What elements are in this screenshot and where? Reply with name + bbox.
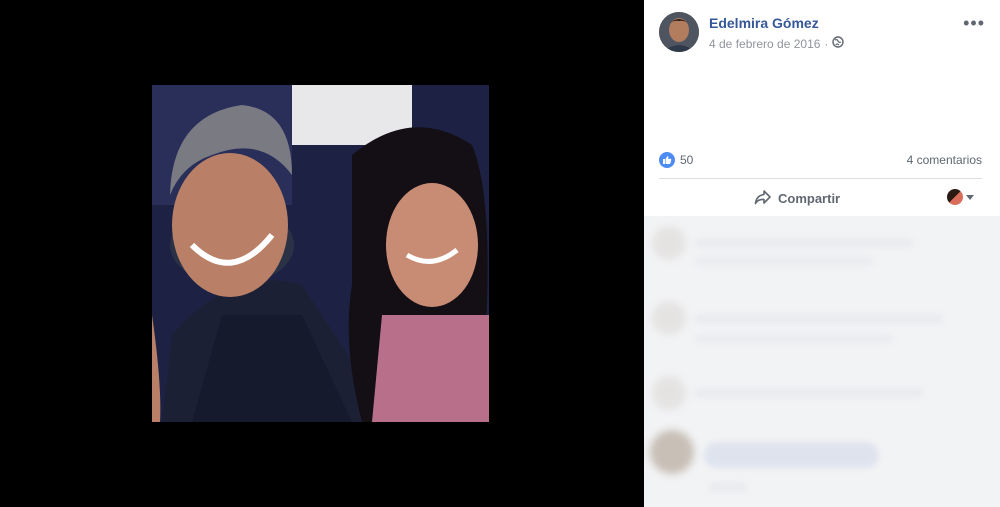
profile-selector-button[interactable] <box>947 189 974 205</box>
profile-selector-icon <box>947 189 963 205</box>
stats-divider <box>659 178 982 179</box>
blurred-avatar <box>652 226 686 260</box>
photo-illustration <box>152 85 489 422</box>
comments-count-link[interactable]: 4 comentarios <box>907 153 982 167</box>
like-count: 50 <box>680 153 694 167</box>
blurred-comment-line <box>694 256 874 266</box>
blurred-avatar <box>652 301 686 335</box>
blurred-comment-line <box>694 314 944 324</box>
blurred-avatar <box>650 430 694 474</box>
post-date[interactable]: 4 de febrero de 2016 <box>709 37 820 51</box>
author-avatar[interactable] <box>659 12 699 52</box>
post-stats: 50 4 comentarios <box>659 150 982 170</box>
blurred-comment-line <box>708 482 748 492</box>
post-header: Edelmira Gómez 4 de febrero de 2016 · ••… <box>659 12 985 56</box>
avatar-image <box>659 12 699 52</box>
share-button[interactable]: Compartir <box>754 189 840 208</box>
meta-separator: · <box>824 36 829 51</box>
ellipsis-icon[interactable]: ••• <box>963 14 985 32</box>
author-name-link[interactable]: Edelmira Gómez <box>709 15 819 31</box>
thumbs-up-icon <box>659 152 675 168</box>
post-side-panel: Edelmira Gómez 4 de febrero de 2016 · ••… <box>644 0 1000 507</box>
post-photo[interactable] <box>152 85 489 422</box>
blurred-comment-line <box>694 334 894 344</box>
blurred-avatar <box>652 376 686 410</box>
share-label: Compartir <box>778 191 841 206</box>
blurred-comment-bubble <box>704 442 879 468</box>
photo-viewer <box>0 0 644 507</box>
like-summary[interactable]: 50 <box>659 152 693 168</box>
post-meta: 4 de febrero de 2016 · <box>709 36 845 51</box>
blurred-comment-line <box>694 238 914 248</box>
globe-icon <box>832 36 845 51</box>
chevron-down-icon <box>966 194 974 200</box>
comments-section-blurred <box>644 216 1000 507</box>
post-actions: Compartir <box>644 180 1000 216</box>
share-arrow-icon <box>754 189 772 208</box>
blurred-comment-line <box>694 388 924 398</box>
